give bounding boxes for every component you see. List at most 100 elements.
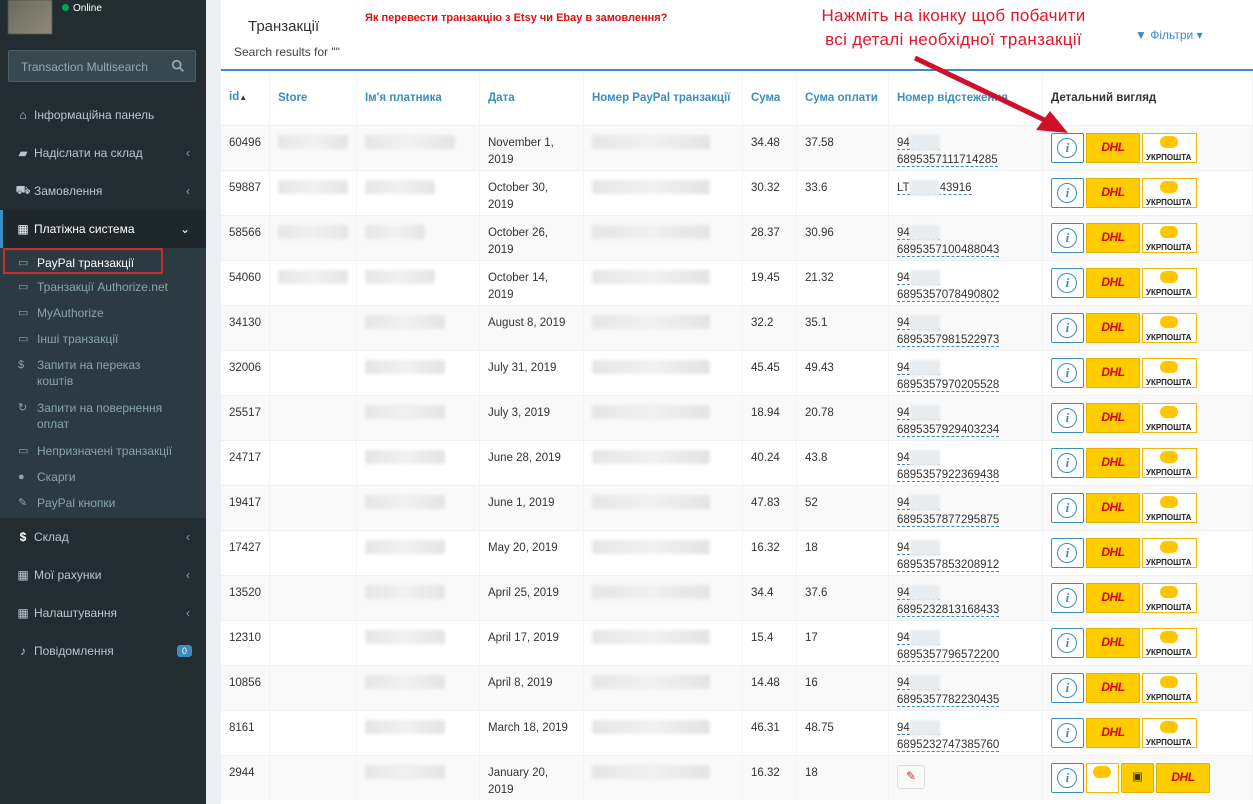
col-tracking[interactable]: Номер відстеження — [888, 71, 1043, 125]
ukrposhta-button[interactable]: УКРПОШТА — [1141, 717, 1197, 748]
submenu-transfer-requests[interactable]: $ Запити на переказ коштів — [0, 352, 206, 395]
ukrposhta-button[interactable]: УКРПОШТА — [1141, 222, 1197, 253]
details-info-button[interactable]: i — [1050, 267, 1084, 298]
details-info-button[interactable]: i — [1050, 582, 1084, 613]
col-id[interactable]: id▲ — [221, 71, 270, 125]
dhl-button[interactable]: DHL — [1085, 627, 1140, 658]
col-date[interactable]: Дата — [479, 71, 584, 125]
tracking-suffix: 6895357970205528 — [896, 378, 1000, 391]
row-date: April 8, 2019 — [487, 676, 553, 689]
dhl-button[interactable]: DHL — [1085, 267, 1140, 298]
sidebar-item-dashboard[interactable]: ⌂ Інформаційна панель — [0, 96, 206, 134]
warehouse-button[interactable] — [1085, 762, 1119, 793]
tracking-number[interactable]: 94 6895357877295875 — [896, 494, 1000, 527]
dhl-button[interactable]: DHL — [1155, 762, 1210, 793]
tracking-number[interactable]: 94 6895357796572200 — [896, 629, 1000, 662]
search-input[interactable]: Transaction Multisearch — [21, 60, 148, 74]
dhl-button[interactable]: DHL — [1085, 672, 1140, 703]
submenu-authorize-net[interactable]: ▭ Транзакції Authorize.net — [0, 274, 206, 300]
avatar[interactable] — [8, 0, 52, 34]
col-details: Детальний вигляд — [1042, 71, 1253, 125]
cell-store — [269, 124, 357, 170]
tracking-number[interactable]: 94 6895357853208912 — [896, 539, 1000, 572]
tracking-number[interactable]: 94 6895232747385760 — [896, 719, 1000, 752]
ukrposhta-button[interactable]: УКРПОШТА — [1141, 582, 1197, 613]
ukrposhta-button[interactable]: УКРПОШТА — [1141, 312, 1197, 343]
details-info-button[interactable]: i — [1050, 132, 1084, 163]
tracking-number[interactable]: 94 6895357111714285 — [896, 134, 998, 167]
dhl-button[interactable]: DHL — [1085, 222, 1140, 253]
ukrposhta-button[interactable]: УКРПОШТА — [1141, 177, 1197, 208]
sidebar-item-payment-system[interactable]: ▦ Платіжна система ⌄ — [0, 210, 206, 248]
th-icon: ▦ — [17, 606, 29, 620]
sidebar-item-my-accounts[interactable]: ▦ Мої рахунки ‹ — [0, 556, 206, 594]
ukrposhta-button[interactable]: УКРПОШТА — [1141, 537, 1197, 568]
details-info-button[interactable]: i — [1050, 717, 1084, 748]
submenu-other-transactions[interactable]: ▭ Інші транзакції — [0, 326, 206, 352]
dhl-button[interactable]: DHL — [1085, 447, 1140, 478]
tracking-number[interactable]: 94 6895357922369438 — [896, 449, 1000, 482]
sidebar-item-warehouse[interactable]: $ Склад ‹ — [0, 518, 206, 556]
details-info-button[interactable]: i — [1050, 312, 1084, 343]
details-info-button[interactable]: i — [1050, 402, 1084, 433]
details-info-button[interactable]: i — [1050, 222, 1084, 253]
details-info-button[interactable]: i — [1050, 672, 1084, 703]
ukrposhta-button[interactable]: УКРПОШТА — [1141, 627, 1197, 658]
col-payer-name[interactable]: Ім'я платника — [356, 71, 480, 125]
ukrposhta-button[interactable]: УКРПОШТА — [1141, 447, 1197, 478]
sidebar-item-orders[interactable]: ⛟ Замовлення ‹ — [0, 172, 206, 210]
submenu-complaints[interactable]: ● Скарги — [0, 464, 206, 490]
filters-dropdown[interactable]: ▼ Фільтри ▾ — [1135, 28, 1203, 42]
tracking-number[interactable]: 94 6895232813168433 — [896, 584, 1000, 617]
sidebar-item-notifications[interactable]: ♪ Повідомлення 0 — [0, 632, 206, 670]
col-paypal-txn[interactable]: Номер PayPal транзакції — [583, 71, 743, 125]
dhl-button[interactable]: DHL — [1085, 132, 1140, 163]
details-info-button[interactable]: i — [1050, 537, 1084, 568]
tracking-number[interactable]: 94 6895357929403234 — [896, 404, 1000, 437]
submenu-myauthorize[interactable]: ▭ MyAuthorize — [0, 300, 206, 326]
details-info-button[interactable]: i — [1050, 447, 1084, 478]
sidebar-item-send-to-warehouse[interactable]: ▰ Надіслати на склад ‹ — [0, 134, 206, 172]
submenu-paypal-transactions[interactable]: ▭ PayPal транзакції — [3, 248, 163, 274]
ukrposhta-button[interactable]: УКРПОШТА — [1141, 267, 1197, 298]
submenu-unassigned-transactions[interactable]: ▭ Непризначені транзакції — [0, 438, 206, 464]
col-paid-sum[interactable]: Сума оплати — [796, 71, 889, 125]
dhl-button[interactable]: DHL — [1085, 537, 1140, 568]
redacted-paypal-txn — [591, 584, 710, 599]
submenu-refund-requests[interactable]: ↻ Запити на повернення оплат — [0, 395, 206, 438]
tracking-number[interactable]: 94 6895357782230435 — [896, 674, 1000, 707]
tracking-mask — [909, 719, 940, 736]
dhl-button[interactable]: DHL — [1085, 312, 1140, 343]
details-info-button[interactable]: i — [1050, 627, 1084, 658]
search-icon[interactable] — [171, 59, 185, 73]
details-info-button[interactable]: i — [1050, 762, 1084, 793]
edit-tracking-button[interactable]: ✎ — [896, 764, 925, 789]
dhl-button[interactable]: DHL — [1085, 177, 1140, 208]
details-info-button[interactable]: i — [1050, 492, 1084, 523]
details-info-button[interactable]: i — [1050, 357, 1084, 388]
tracking-number[interactable]: LT 43916 — [896, 179, 972, 196]
box-button[interactable]: ▣ — [1120, 762, 1154, 793]
ukrposhta-button[interactable]: УКРПОШТА — [1141, 402, 1197, 433]
col-store[interactable]: Store — [269, 71, 357, 125]
howto-link[interactable]: Як перевести транзакцію з Etsy чи Ebay в… — [365, 12, 667, 24]
dhl-button[interactable]: DHL — [1085, 582, 1140, 613]
col-sum[interactable]: Сума — [742, 71, 797, 125]
submenu-paypal-buttons[interactable]: ✎ PayPal кнопки — [0, 490, 206, 518]
ukrposhta-button[interactable]: УКРПОШТА — [1141, 672, 1197, 703]
ukrposhta-button[interactable]: УКРПОШТА — [1141, 357, 1197, 388]
dhl-button[interactable]: DHL — [1085, 492, 1140, 523]
ukrposhta-button[interactable]: УКРПОШТА — [1141, 492, 1197, 523]
details-info-button[interactable]: i — [1050, 177, 1084, 208]
dhl-button[interactable]: DHL — [1085, 717, 1140, 748]
tracking-number[interactable]: 94 6895357981522973 — [896, 314, 1000, 347]
tracking-number[interactable]: 94 6895357078490802 — [896, 269, 1000, 302]
sidebar-item-settings[interactable]: ▦ Налаштування ‹ — [0, 594, 206, 632]
cell-date: April 8, 2019 — [479, 664, 584, 710]
ukrposhta-button[interactable]: УКРПОШТА — [1141, 132, 1197, 163]
tracking-number[interactable]: 94 6895357970205528 — [896, 359, 1000, 392]
tracking-number[interactable]: 94 6895357100488043 — [896, 224, 1000, 257]
sidebar-search[interactable]: Transaction Multisearch — [8, 50, 196, 82]
dhl-button[interactable]: DHL — [1085, 357, 1140, 388]
dhl-button[interactable]: DHL — [1085, 402, 1140, 433]
